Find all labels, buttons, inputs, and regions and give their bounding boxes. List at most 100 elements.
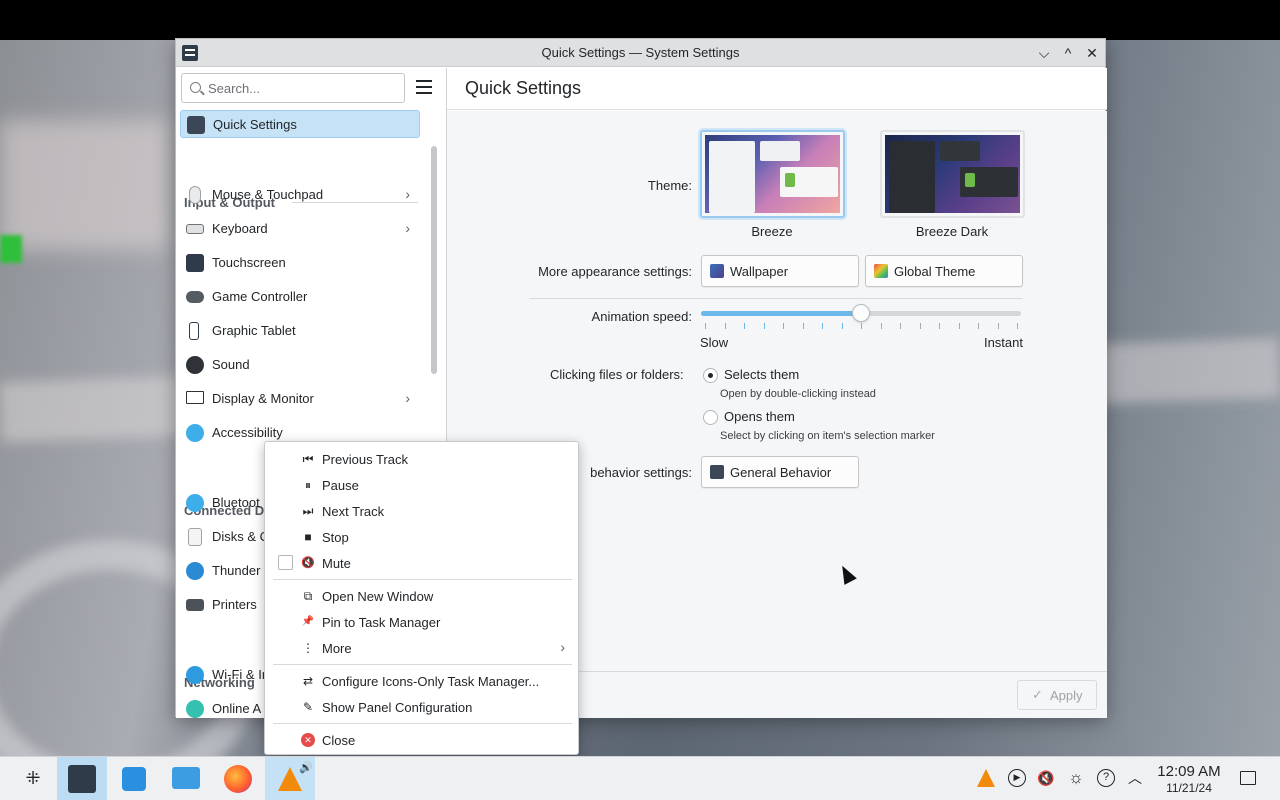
- hamburger-menu-icon[interactable]: [416, 80, 432, 94]
- show-desktop-icon[interactable]: [1240, 771, 1256, 785]
- menu-item-label: Pin to Task Manager: [322, 615, 441, 630]
- slider-tick: [764, 323, 765, 329]
- menu-item-label: Mute: [322, 556, 351, 571]
- disk-icon: [188, 528, 202, 546]
- system-settings-icon: [68, 765, 96, 793]
- task-dolphin[interactable]: [161, 757, 211, 800]
- sidebar-item-label: Sound: [212, 357, 250, 372]
- sidebar-item-label: Disks & C: [212, 529, 270, 544]
- slider-tick: [900, 323, 901, 329]
- radio-selects-them[interactable]: [703, 368, 718, 383]
- breeze-preview: [705, 135, 840, 213]
- application-launcher[interactable]: ⁜: [8, 757, 58, 800]
- clock-time[interactable]: 12:09 AM: [1152, 763, 1226, 780]
- slider-tick: [998, 323, 999, 329]
- mute-checkbox[interactable]: [278, 555, 293, 570]
- sidebar-item-mouse-touchpad[interactable]: Mouse & Touchpad ›: [180, 181, 420, 209]
- chevron-right-icon: ›: [405, 220, 410, 236]
- minimize-button[interactable]: ⌵: [1034, 43, 1054, 63]
- keyboard-icon: [186, 224, 204, 234]
- bluetooth-icon: [186, 494, 204, 512]
- media-player-icon[interactable]: ▶: [1008, 769, 1026, 787]
- menu-item-pause[interactable]: ⏸ Pause: [269, 472, 575, 498]
- task-vlc[interactable]: 🔊: [265, 757, 315, 800]
- audio-playing-icon: 🔊: [299, 762, 313, 774]
- search-input[interactable]: [208, 79, 398, 97]
- menu-item-close[interactable]: ✕ Close: [269, 727, 575, 753]
- sidebar-item-quick-settings[interactable]: Quick Settings: [180, 110, 420, 138]
- close-button[interactable]: ✕: [1082, 43, 1102, 63]
- menu-separator: [273, 664, 572, 665]
- chevron-up-icon[interactable]: ︿: [1126, 769, 1144, 787]
- animation-speed-slider[interactable]: [701, 304, 1021, 329]
- help-icon[interactable]: ?: [1097, 769, 1115, 787]
- sidebar-item-touchscreen[interactable]: Touchscreen: [180, 249, 420, 277]
- sidebar-item-graphic-tablet[interactable]: Graphic Tablet: [180, 317, 420, 345]
- quick-settings-icon: [187, 116, 205, 134]
- task-system-settings[interactable]: [57, 757, 107, 800]
- general-behavior-button-label: General Behavior: [730, 465, 832, 480]
- menu-item-open-new-window[interactable]: ⧉ Open New Window: [269, 583, 575, 609]
- sidebar-item-label: Bluetoot: [212, 495, 260, 510]
- sidebar-item-display-monitor[interactable]: Display & Monitor ›: [180, 385, 420, 413]
- apply-button-label: Apply: [1050, 688, 1083, 703]
- menu-item-mute[interactable]: 🔇 Mute: [269, 550, 575, 576]
- slider-tick: [744, 323, 745, 329]
- menu-item-next-track[interactable]: ⏭ Next Track: [269, 498, 575, 524]
- wallpaper-button[interactable]: Wallpaper: [701, 255, 859, 287]
- slider-handle[interactable]: [852, 304, 870, 322]
- radio-opens-label[interactable]: Opens them: [724, 409, 795, 424]
- menu-item-stop[interactable]: ■ Stop: [269, 524, 575, 550]
- more-appearance-label: More appearance settings:: [538, 264, 692, 279]
- sidebar-item-keyboard[interactable]: Keyboard ›: [180, 215, 420, 243]
- slider-tick: [881, 323, 882, 329]
- slider-tick: [959, 323, 960, 329]
- radio-opens-them[interactable]: [703, 410, 718, 425]
- slider-tick: [1017, 323, 1018, 329]
- global-theme-icon: [874, 264, 888, 278]
- menu-item-configure-task-manager[interactable]: ⇄ Configure Icons-Only Task Manager...: [269, 668, 575, 694]
- folder-icon: [172, 767, 200, 789]
- sidebar-item-label: Display & Monitor: [212, 391, 314, 406]
- window-title: Quick Settings — System Settings: [541, 45, 740, 60]
- menu-item-pin-task-manager[interactable]: 📌 Pin to Task Manager: [269, 609, 575, 635]
- volume-muted-icon[interactable]: 🔇: [1037, 769, 1055, 787]
- sidebar-item-label: Keyboard: [212, 221, 268, 236]
- menu-item-previous-track[interactable]: ⏮ Previous Track: [269, 446, 575, 472]
- global-theme-button[interactable]: Global Theme: [865, 255, 1023, 287]
- window-titlebar[interactable]: Quick Settings — System Settings ⌵ ^ ✕: [176, 39, 1105, 67]
- new-window-icon: ⧉: [303, 589, 313, 603]
- sound-icon: [186, 356, 204, 374]
- clock-date[interactable]: 11/21/24: [1152, 781, 1226, 795]
- content-header: Quick Settings: [447, 68, 1107, 110]
- maximize-button[interactable]: ^: [1058, 43, 1078, 63]
- slider-tick: [842, 323, 843, 329]
- menu-item-show-panel-configuration[interactable]: ✎ Show Panel Configuration: [269, 694, 575, 720]
- radio-selects-sub: Open by double-clicking instead: [720, 388, 876, 400]
- discover-icon: [122, 767, 146, 791]
- theme-breeze[interactable]: [700, 130, 845, 218]
- sidebar-scrollbar[interactable]: [431, 146, 437, 374]
- animation-speed-label: Animation speed:: [591, 309, 692, 324]
- task-firefox[interactable]: [213, 757, 263, 800]
- theme-breeze-name: Breeze: [751, 224, 793, 239]
- task-discover[interactable]: [109, 757, 159, 800]
- page-title: Quick Settings: [465, 78, 582, 98]
- menu-item-more[interactable]: ⋮ More ›: [269, 635, 575, 661]
- apply-button[interactable]: ✓ Apply: [1017, 680, 1097, 710]
- check-icon: ✓: [1032, 687, 1043, 702]
- search-box[interactable]: [181, 73, 405, 103]
- slider-tick: [803, 323, 804, 329]
- breeze-dark-preview: [885, 135, 1020, 213]
- configure-icon: ⇄: [302, 674, 314, 688]
- radio-selects-label[interactable]: Selects them: [724, 367, 799, 382]
- chevron-right-icon: ›: [560, 639, 565, 655]
- sidebar-item-game-controller[interactable]: Game Controller: [180, 283, 420, 311]
- next-track-icon: ⏭: [302, 504, 314, 518]
- brightness-icon[interactable]: ☼: [1067, 769, 1085, 787]
- sidebar-item-sound[interactable]: Sound: [180, 351, 420, 379]
- theme-breeze-dark-name: Breeze Dark: [915, 224, 989, 239]
- vlc-tray-icon[interactable]: [977, 769, 995, 787]
- general-behavior-button[interactable]: General Behavior: [701, 456, 859, 488]
- theme-breeze-dark[interactable]: [880, 130, 1025, 218]
